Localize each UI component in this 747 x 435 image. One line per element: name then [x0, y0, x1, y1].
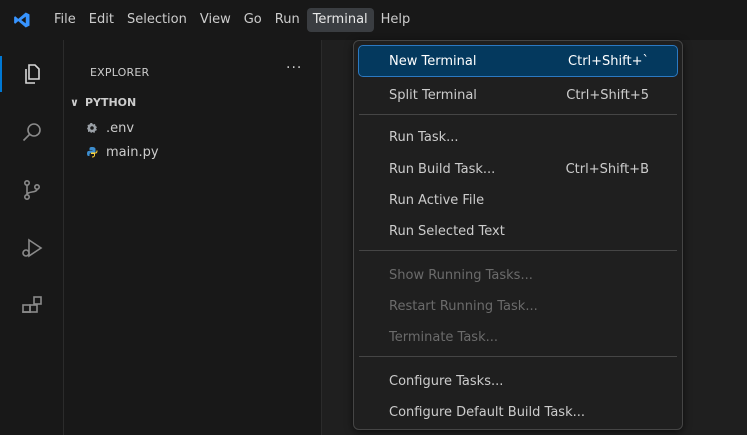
- chevron-down-icon: ∨: [70, 96, 79, 109]
- menu-separator: [359, 250, 677, 251]
- menu-item-label: Configure Default Build Task...: [389, 404, 585, 420]
- menu-edit[interactable]: Edit: [83, 8, 120, 32]
- menu-item-label: Run Selected Text: [389, 223, 505, 239]
- menu-item-show-running-tasks: Show Running Tasks...: [359, 260, 677, 290]
- file-env[interactable]: .env: [84, 120, 134, 136]
- folder-label: PYTHON: [84, 96, 137, 109]
- menu-item-shortcut: Ctrl+Shift+B: [565, 161, 649, 177]
- extensions-icon[interactable]: [0, 278, 64, 334]
- menu-item-run-task[interactable]: Run Task...: [359, 122, 677, 152]
- menu-item-run-active-file[interactable]: Run Active File: [359, 185, 677, 215]
- menu-item-label: Run Active File: [389, 192, 485, 208]
- terminal-menu-dropdown: New Terminal Ctrl+Shift+` Split Terminal…: [353, 40, 683, 430]
- menu-item-label: Run Build Task...: [389, 161, 496, 177]
- file-main-py[interactable]: main.py: [84, 144, 159, 160]
- more-actions-button[interactable]: ···: [286, 60, 302, 76]
- menu-separator: [359, 356, 677, 357]
- title-menu-bar: File Edit Selection View Go Run Terminal…: [0, 0, 747, 40]
- menu-item-terminate-task: Terminate Task...: [359, 322, 677, 352]
- menu-item-shortcut: Ctrl+Shift+5: [566, 87, 649, 103]
- menu-run[interactable]: Run: [269, 8, 306, 32]
- menu-item-label: Restart Running Task...: [389, 298, 538, 314]
- vscode-logo-icon: [0, 0, 44, 40]
- gear-icon: [84, 120, 100, 136]
- explorer-icon[interactable]: [0, 46, 64, 102]
- menu-view[interactable]: View: [194, 8, 237, 32]
- file-label: main.py: [106, 144, 159, 160]
- source-control-icon[interactable]: [0, 162, 64, 218]
- menu-item-label: Terminate Task...: [389, 329, 499, 345]
- menu-item-run-build-task[interactable]: Run Build Task... Ctrl+Shift+B: [359, 154, 677, 184]
- python-icon: [84, 144, 100, 160]
- menu-item-label: Split Terminal: [389, 87, 477, 103]
- sidebar-title: EXPLORER: [90, 66, 150, 79]
- menu-terminal[interactable]: Terminal: [306, 8, 374, 32]
- run-debug-icon[interactable]: [0, 220, 64, 276]
- menu-item-configure-default-build-task[interactable]: Configure Default Build Task...: [359, 397, 677, 427]
- file-label: .env: [106, 120, 135, 136]
- menu-item-restart-running-task: Restart Running Task...: [359, 291, 677, 321]
- menu-item-label: Show Running Tasks...: [389, 267, 533, 283]
- menu-item-shortcut: Ctrl+Shift+`: [568, 53, 649, 69]
- menu-item-label: Run Task...: [389, 129, 459, 145]
- folder-python[interactable]: ∨ PYTHON: [70, 96, 136, 109]
- menu-item-run-selected-text[interactable]: Run Selected Text: [359, 216, 677, 246]
- menu-item-split-terminal[interactable]: Split Terminal Ctrl+Shift+5: [359, 80, 677, 110]
- menu-item-new-terminal[interactable]: New Terminal Ctrl+Shift+`: [358, 45, 678, 77]
- menu-file[interactable]: File: [48, 8, 82, 32]
- search-icon[interactable]: [0, 104, 64, 160]
- menu-item-label: New Terminal: [389, 53, 477, 69]
- explorer-sidebar: EXPLORER ··· ∨ PYTHON .env main.py: [64, 40, 322, 435]
- menu-separator: [359, 114, 677, 115]
- menu-go[interactable]: Go: [238, 8, 268, 32]
- menu-help[interactable]: Help: [375, 8, 417, 32]
- activity-bar: [0, 40, 64, 435]
- menu-item-label: Configure Tasks...: [389, 373, 504, 389]
- menu-selection[interactable]: Selection: [121, 8, 193, 32]
- menu-item-configure-tasks[interactable]: Configure Tasks...: [359, 366, 677, 396]
